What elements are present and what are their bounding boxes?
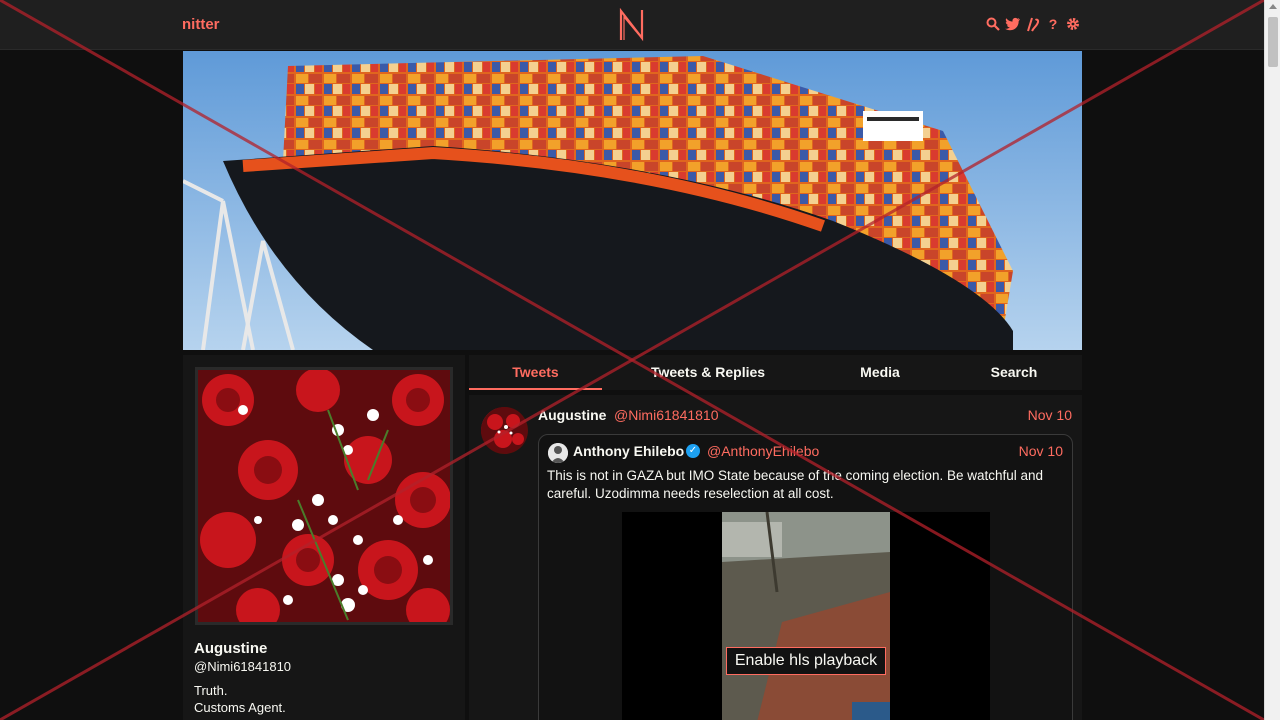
video-player[interactable]: Enable hls playback bbox=[622, 512, 990, 720]
profile-bio: Truth. Customs Agent. bbox=[194, 682, 286, 716]
tab-media[interactable]: Media bbox=[814, 355, 946, 390]
timeline-tabs: Tweets Tweets & Replies Media Search bbox=[469, 355, 1082, 390]
nav-icon-group: ? bbox=[985, 15, 1081, 33]
quote-author-avatar[interactable] bbox=[548, 443, 568, 463]
tweet-author-name[interactable]: Augustine bbox=[538, 407, 606, 423]
quoted-tweet[interactable]: Anthony Ehilebo ✓ @AnthonyEhilebo Nov 10… bbox=[538, 434, 1073, 720]
verified-badge-icon: ✓ bbox=[686, 444, 700, 458]
search-icon[interactable] bbox=[985, 15, 1001, 33]
quote-text: This is not in GAZA but IMO State becaus… bbox=[547, 468, 1044, 501]
timeline: Augustine @Nimi61841810 Nov 10 Anthony E… bbox=[469, 395, 1082, 720]
video-thumbnail bbox=[722, 512, 890, 720]
bio-line: Customs Agent. bbox=[194, 700, 286, 715]
tab-tweets[interactable]: Tweets bbox=[469, 355, 602, 390]
quote-author-name[interactable]: Anthony Ehilebo bbox=[573, 443, 684, 459]
top-navbar: nitter ? bbox=[0, 0, 1264, 50]
enable-hls-button[interactable]: Enable hls playback bbox=[726, 647, 886, 675]
container-ship-illustration bbox=[183, 51, 1082, 350]
help-icon[interactable]: ? bbox=[1045, 15, 1061, 33]
profile-banner-image bbox=[183, 51, 1082, 350]
twitter-icon[interactable] bbox=[1005, 15, 1021, 33]
rss-icon[interactable] bbox=[1025, 15, 1041, 33]
brand-link[interactable]: nitter bbox=[182, 16, 220, 33]
gear-icon[interactable] bbox=[1065, 15, 1081, 33]
tab-search[interactable]: Search bbox=[946, 355, 1082, 390]
tweet-date[interactable]: Nov 10 bbox=[1028, 407, 1072, 423]
quote-author-handle[interactable]: @AnthonyEhilebo bbox=[707, 443, 819, 459]
tweet-author-handle[interactable]: @Nimi61841810 bbox=[614, 407, 719, 423]
page-scrollbar[interactable] bbox=[1264, 0, 1280, 720]
profile-name[interactable]: Augustine bbox=[194, 640, 267, 657]
tweet-author-avatar[interactable] bbox=[481, 407, 528, 454]
scroll-up-arrow-icon[interactable] bbox=[1269, 4, 1277, 9]
profile-handle[interactable]: @Nimi61841810 bbox=[194, 659, 291, 674]
tab-tweets-replies[interactable]: Tweets & Replies bbox=[602, 355, 814, 390]
scrollbar-thumb[interactable] bbox=[1268, 17, 1278, 67]
bio-line: Truth. bbox=[194, 683, 228, 698]
nitter-logo-icon[interactable] bbox=[618, 8, 646, 42]
quote-date[interactable]: Nov 10 bbox=[1019, 443, 1063, 459]
profile-card: Augustine @Nimi61841810 Truth. Customs A… bbox=[183, 355, 465, 720]
profile-avatar[interactable] bbox=[195, 367, 453, 625]
